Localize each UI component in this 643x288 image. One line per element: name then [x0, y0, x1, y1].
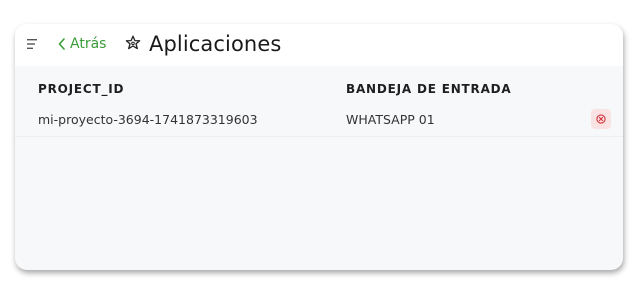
- back-link[interactable]: Atrás: [57, 34, 106, 54]
- title-wrap: Aplicaciones: [123, 30, 281, 58]
- delete-button[interactable]: [591, 109, 611, 129]
- chevron-left-icon: [58, 38, 65, 50]
- menu-lines-icon[interactable]: [27, 39, 39, 49]
- back-label: Atrás: [70, 36, 107, 52]
- cell-inbox: WHATSAPP 01: [346, 112, 435, 127]
- page-title: Aplicaciones: [149, 32, 282, 56]
- apps-card: Atrás Aplicaciones PROJECT_ID BANDEJA DE…: [15, 24, 623, 270]
- page-header: Atrás Aplicaciones: [15, 24, 623, 66]
- table-header: PROJECT_ID BANDEJA DE ENTRADA: [15, 66, 623, 106]
- cell-project-id: mi-proyecto-3694-1741873319603: [38, 112, 258, 127]
- table-row: mi-proyecto-3694-1741873319603 WHATSAPP …: [15, 106, 623, 137]
- puzzle-star-icon: [125, 35, 141, 50]
- column-header-inbox: BANDEJA DE ENTRADA: [346, 82, 512, 96]
- column-header-project-id: PROJECT_ID: [38, 82, 125, 96]
- close-circle-icon: [596, 114, 606, 124]
